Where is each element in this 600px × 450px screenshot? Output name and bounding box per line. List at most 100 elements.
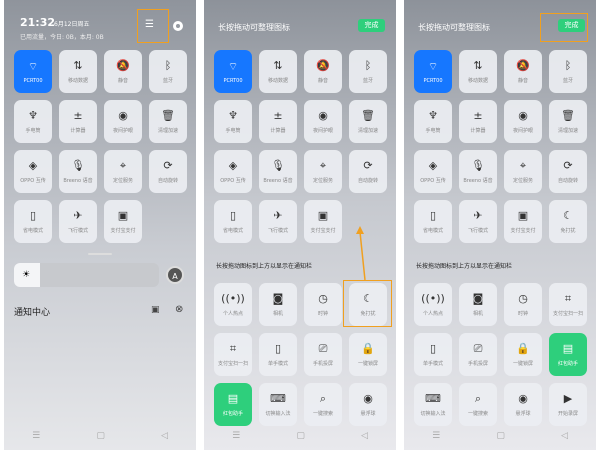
mic-icon: 🎙 (271, 159, 285, 172)
tile-lock[interactable]: 🔒 一键锁屏 (504, 333, 542, 376)
tile-phone[interactable]: ▯ 单手模式 (414, 333, 452, 376)
brightness-slider[interactable]: ☀ (14, 263, 159, 287)
back-button[interactable]: ◁ (161, 431, 168, 441)
home-button[interactable]: ▢ (96, 431, 105, 441)
tile-battery[interactable]: ▯ 省电模式 (14, 200, 52, 243)
tile-mute[interactable]: 🔕 静音 (504, 50, 542, 93)
tile-rotate[interactable]: ⟳ 自动旋转 (549, 150, 587, 193)
tile-scan[interactable]: ⌗ 支付宝扫一扫 (549, 283, 587, 326)
tile-cast[interactable]: ⎚ 手机投屏 (459, 333, 497, 376)
tile-flashlight[interactable]: ♆ 手电筒 (214, 100, 252, 143)
tile-airplane[interactable]: ✈ 飞行模式 (459, 200, 497, 243)
tile-cast[interactable]: ⎚ 手机投屏 (304, 333, 342, 376)
phone-icon: ▯ (429, 342, 437, 355)
tile-location[interactable]: ⌖ 定位服务 (304, 150, 342, 193)
auto-brightness-button[interactable]: A (166, 266, 184, 284)
tile-trash[interactable]: 🗑 清理加速 (149, 100, 187, 143)
tile-calculator[interactable]: ± 计算器 (59, 100, 97, 143)
tile-flashlight[interactable]: ♆ 手电筒 (414, 100, 452, 143)
tile-mobile-data[interactable]: ⇅ 移动数据 (459, 50, 497, 93)
clear-notifications-icon[interactable]: ⊗ (175, 304, 183, 315)
tile-mobile-data[interactable]: ⇅ 移动数据 (259, 50, 297, 93)
tile-share[interactable]: ◈ OPPO 互传 (14, 150, 52, 193)
menu-button[interactable]: ☰ (432, 431, 440, 441)
tile-phone[interactable]: ▯ 单手模式 (259, 333, 297, 376)
tile-battery[interactable]: ▯ 省电模式 (214, 200, 252, 243)
tile-bluetooth[interactable]: ᛒ 蓝牙 (149, 50, 187, 93)
notification-settings-icon[interactable]: ▣ (151, 305, 160, 315)
home-button[interactable]: ▢ (496, 431, 505, 441)
tile-mic[interactable]: 🎙 Breeno 语音 (459, 150, 497, 193)
tile-pay[interactable]: ▣ 支付宝支付 (304, 200, 342, 243)
tile-bluetooth[interactable]: ᛒ 蓝牙 (349, 50, 387, 93)
tile-label: 定位服务 (312, 178, 333, 184)
tile-airplane[interactable]: ✈ 飞行模式 (259, 200, 297, 243)
wifi-icon: ⌔ (427, 59, 439, 73)
battery-icon: ▯ (429, 209, 437, 222)
tile-lock[interactable]: 🔒 一键锁屏 (349, 333, 387, 376)
tile-label: 省电模式 (22, 228, 43, 234)
tile-camera[interactable]: ◙ 相机 (259, 283, 297, 326)
tile-pay[interactable]: ▣ 支付宝支付 (104, 200, 142, 243)
tile-label: Breeno 语音 (63, 178, 93, 184)
tile-wifi[interactable]: ⌔ PCRT00 (214, 50, 252, 93)
tile-label: 红包助手 (557, 361, 578, 367)
search-icon: ⌕ (319, 392, 327, 405)
tile-moon[interactable]: ☾ 免打扰 (349, 283, 387, 326)
menu-button[interactable]: ☰ (232, 431, 240, 441)
back-button[interactable]: ◁ (561, 431, 568, 441)
tile-clock[interactable]: ◷ 时钟 (504, 283, 542, 326)
search-icon: ⌕ (474, 392, 482, 405)
tile-mobile-data[interactable]: ⇅ 移动数据 (59, 50, 97, 93)
tile-mic[interactable]: 🎙 Breeno 语音 (59, 150, 97, 193)
tile-mute[interactable]: 🔕 静音 (104, 50, 142, 93)
tile-eye[interactable]: ◉ 夜间护眼 (504, 100, 542, 143)
tile-clock[interactable]: ◷ 时钟 (304, 283, 342, 326)
tile-keyboard[interactable]: ⌨ 切换输入法 (259, 383, 297, 426)
tile-eye[interactable]: ◉ 夜间护眼 (304, 100, 342, 143)
camera-icon: ◙ (272, 292, 284, 305)
tile-label: OPPO 互传 (420, 178, 446, 184)
tile-battery[interactable]: ▯ 省电模式 (414, 200, 452, 243)
tile-location[interactable]: ⌖ 定位服务 (504, 150, 542, 193)
tile-hotspot[interactable]: ((•)) 个人热点 (414, 283, 452, 326)
tile-wifi[interactable]: ⌔ PCRT00 (14, 50, 52, 93)
drag-handle[interactable] (88, 253, 112, 255)
nav-bar: ☰ ▢ ◁ (204, 431, 396, 441)
tile-record[interactable]: ▶ 开始录屏 (549, 383, 587, 426)
tile-airplane[interactable]: ✈ 飞行模式 (59, 200, 97, 243)
tile-float-ball[interactable]: ◉ 悬浮球 (504, 383, 542, 426)
tile-eye[interactable]: ◉ 夜间护眼 (104, 100, 142, 143)
settings-icon[interactable] (173, 21, 183, 31)
tile-calculator[interactable]: ± 计算器 (259, 100, 297, 143)
tile-moon[interactable]: ☾ 免打扰 (549, 200, 587, 243)
airplane-icon: ✈ (273, 209, 283, 222)
tile-location[interactable]: ⌖ 定位服务 (104, 150, 142, 193)
tile-rotate[interactable]: ⟳ 自动旋转 (149, 150, 187, 193)
tile-mic[interactable]: 🎙 Breeno 语音 (259, 150, 297, 193)
tile-mute[interactable]: 🔕 静音 (304, 50, 342, 93)
tile-wifi[interactable]: ⌔ PCRT00 (414, 50, 452, 93)
tile-rotate[interactable]: ⟳ 自动旋转 (349, 150, 387, 193)
tile-trash[interactable]: 🗑 清理加速 (549, 100, 587, 143)
tile-pay[interactable]: ▣ 支付宝支付 (504, 200, 542, 243)
home-button[interactable]: ▢ (296, 431, 305, 441)
tile-camera[interactable]: ◙ 相机 (459, 283, 497, 326)
tile-flashlight[interactable]: ♆ 手电筒 (14, 100, 52, 143)
tile-trash[interactable]: 🗑 清理加速 (349, 100, 387, 143)
tile-keyboard[interactable]: ⌨ 切换输入法 (414, 383, 452, 426)
tile-envelope[interactable]: ▤ 红包助手 (549, 333, 587, 376)
tile-envelope[interactable]: ▤ 红包助手 (214, 383, 252, 426)
tile-share[interactable]: ◈ OPPO 互传 (214, 150, 252, 193)
tile-share[interactable]: ◈ OPPO 互传 (414, 150, 452, 193)
tile-search[interactable]: ⌕ 一键搜索 (304, 383, 342, 426)
back-button[interactable]: ◁ (361, 431, 368, 441)
tile-float-ball[interactable]: ◉ 悬浮球 (349, 383, 387, 426)
tile-hotspot[interactable]: ((•)) 个人热点 (214, 283, 252, 326)
tile-calculator[interactable]: ± 计算器 (459, 100, 497, 143)
tile-label: 省电模式 (422, 228, 443, 234)
menu-button[interactable]: ☰ (32, 431, 40, 441)
tile-search[interactable]: ⌕ 一键搜索 (459, 383, 497, 426)
tile-scan[interactable]: ⌗ 支付宝扫一扫 (214, 333, 252, 376)
tile-bluetooth[interactable]: ᛒ 蓝牙 (549, 50, 587, 93)
